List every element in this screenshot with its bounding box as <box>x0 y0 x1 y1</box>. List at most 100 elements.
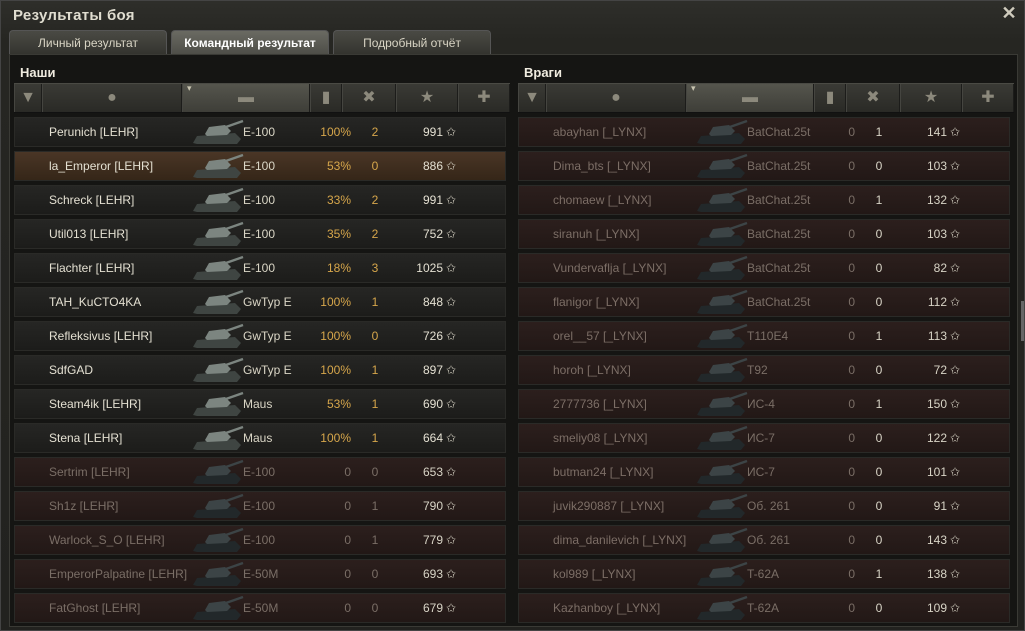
xp-star-icon: ✩ <box>950 397 961 411</box>
close-icon[interactable]: ✕ <box>1000 4 1018 22</box>
player-row[interactable]: kol989 [_LYNX] T-62A 0 1 138 ✩ <box>518 559 1010 589</box>
scrollbar[interactable] <box>1021 301 1024 341</box>
player-name: kol989 [_LYNX] <box>553 567 636 581</box>
tab-detailed-report[interactable]: Подробный отчёт <box>333 30 491 54</box>
player-row[interactable]: siranuh [_LYNX] BatChat.25t 0 0 103 ✩ <box>518 219 1010 249</box>
player-name: 2777736 [_LYNX] <box>553 397 647 411</box>
player-row[interactable]: orel__57 [_LYNX] T110E4 0 1 113 ✩ <box>518 321 1010 351</box>
tank-name: ИС-7 <box>747 465 775 479</box>
sort-by-damage[interactable]: ▮ <box>814 84 846 112</box>
sort-by-kills[interactable]: ✖ <box>342 84 396 112</box>
tank-name: Об. 261 <box>747 499 790 513</box>
player-row[interactable]: flanigor [_LYNX] BatChat.25t 0 0 112 ✩ <box>518 287 1010 317</box>
sort-by-medal[interactable]: ✚ <box>458 84 510 112</box>
tank-icon <box>193 153 244 178</box>
xp-star-icon: ✩ <box>950 193 961 207</box>
xp-star-icon: ✩ <box>446 227 457 241</box>
player-row[interactable]: dima_danilevich [_LYNX] Об. 261 0 0 143 ✩ <box>518 525 1010 555</box>
player-row[interactable]: Refleksivus [LEHR] GwTyp E 100% 0 726 ✩ <box>14 321 506 351</box>
enemies-team: Враги ▼ ● ▾ ▬ ▮ ✖ ★ ✚ abayhan [_LYNX] BatChat.25t… <box>518 59 1014 625</box>
xp-value: 143 <box>926 533 947 547</box>
tank-name: E-100 <box>243 533 276 547</box>
tab-team-result[interactable]: Командный результат <box>171 30 329 54</box>
player-row[interactable]: Steam4ik [LEHR] Maus 53% 1 690 ✩ <box>14 389 506 419</box>
xp-star-icon: ✩ <box>446 431 457 445</box>
player-row[interactable]: EmperorPalpatine [LEHR] E-50M 0 0 693 ✩ <box>14 559 506 589</box>
damage-percent: 0 <box>848 499 855 513</box>
xp-value: 790 <box>422 499 443 513</box>
player-row[interactable]: Vundervaflja [_LYNX] BatChat.25t 0 0 82 ✩ <box>518 253 1010 283</box>
sort-by-platoon[interactable]: ▼ <box>518 84 546 112</box>
tank-icon <box>697 493 748 518</box>
player-name: siranuh [_LYNX] <box>553 227 640 241</box>
sort-by-damage[interactable]: ▮ <box>310 84 342 112</box>
player-icon: ● <box>107 89 117 106</box>
player-name: Sh1z [LEHR] <box>49 499 119 513</box>
player-row[interactable]: Warlock_S_O [LEHR] E-100 0 1 779 ✩ <box>14 525 506 555</box>
tank-name: ИС-7 <box>747 431 775 445</box>
player-row[interactable]: Stena [LEHR] Maus 100% 1 664 ✩ <box>14 423 506 453</box>
player-row[interactable]: Flachter [LEHR] E-100 18% 3 1025 ✩ <box>14 253 506 283</box>
player-row[interactable]: 2777736 [_LYNX] ИС-4 0 1 150 ✩ <box>518 389 1010 419</box>
tank-name: Об. 261 <box>747 533 790 547</box>
player-row[interactable]: Sh1z [LEHR] E-100 0 1 790 ✩ <box>14 491 506 521</box>
player-row[interactable]: TAH_KuCTO4KA GwTyp E 100% 1 848 ✩ <box>14 287 506 317</box>
player-row[interactable]: butman24 [_LYNX] ИС-7 0 0 101 ✩ <box>518 457 1010 487</box>
player-name: Flachter [LEHR] <box>49 261 135 275</box>
player-row[interactable]: smeliy08 [_LYNX] ИС-7 0 0 122 ✩ <box>518 423 1010 453</box>
player-row[interactable]: Schreck [LEHR] E-100 33% 2 991 ✩ <box>14 185 506 215</box>
tab-personal-result[interactable]: Личный результат <box>9 30 167 54</box>
player-name: abayhan [_LYNX] <box>553 125 647 139</box>
medal-icon: ✚ <box>981 89 995 106</box>
sort-by-platoon[interactable]: ▼ <box>14 84 42 112</box>
damage-percent: 0 <box>848 261 855 275</box>
kills-count: 1 <box>371 363 379 377</box>
xp-star-icon: ✩ <box>950 499 961 513</box>
xp-value: 101 <box>926 465 947 479</box>
player-row[interactable]: juvik290887 [_LYNX] Об. 261 0 0 91 ✩ <box>518 491 1010 521</box>
xp-value: 693 <box>422 567 443 581</box>
xp-value: 653 <box>422 465 443 479</box>
damage-percent: 0 <box>848 159 855 173</box>
tank-icon <box>193 289 244 314</box>
damage-percent: 0 <box>344 567 351 581</box>
sort-by-kills[interactable]: ✖ <box>846 84 900 112</box>
player-row[interactable]: Dima_bts [_LYNX] BatChat.25t 0 0 103 ✩ <box>518 151 1010 181</box>
xp-value: 752 <box>422 227 443 241</box>
results-panel: Наши ▼ ● ▾ ▬ ▮ ✖ ★ ✚ Perunich [LEHR] E-100 100% 2 99… <box>9 54 1018 627</box>
xp-star-icon: ✩ <box>950 465 961 479</box>
player-row[interactable]: abayhan [_LYNX] BatChat.25t 0 1 141 ✩ <box>518 117 1010 147</box>
player-row[interactable]: la_Emperor [LEHR] E-100 53% 0 886 ✩ <box>14 151 506 181</box>
damage-percent: 0 <box>848 193 855 207</box>
damage-percent: 0 <box>344 533 351 547</box>
player-row[interactable]: chomaew [_LYNX] BatChat.25t 0 1 132 ✩ <box>518 185 1010 215</box>
sort-by-player[interactable]: ● <box>42 84 182 112</box>
xp-star-icon: ✩ <box>950 567 961 581</box>
xp-star-icon: ✩ <box>950 125 961 139</box>
sort-by-xp-star[interactable]: ★ <box>900 84 962 112</box>
sort-by-tank[interactable]: ▾ ▬ <box>686 83 814 112</box>
damage-percent: 0 <box>344 601 351 615</box>
tank-name: GwTyp E <box>243 329 292 343</box>
damage-percent: 0 <box>344 499 351 513</box>
sort-by-xp-star[interactable]: ★ <box>396 84 458 112</box>
battle-results-window: Результаты боя ✕ Личный результат Команд… <box>0 0 1025 631</box>
player-row[interactable]: horoh [_LYNX] T92 0 0 72 ✩ <box>518 355 1010 385</box>
sort-by-tank[interactable]: ▾ ▬ <box>182 83 310 112</box>
tank-name: E-100 <box>243 465 276 479</box>
player-row[interactable]: Kazhanboy [_LYNX] T-62A 0 0 109 ✩ <box>518 593 1010 623</box>
sort-by-medal[interactable]: ✚ <box>962 84 1014 112</box>
kills-count: 0 <box>875 363 883 377</box>
player-name: FatGhost [LEHR] <box>49 601 141 615</box>
player-name: SdfGAD <box>49 363 94 377</box>
tank-name: E-50M <box>243 601 279 615</box>
player-row[interactable]: Util013 [LEHR] E-100 35% 2 752 ✩ <box>14 219 506 249</box>
tank-icon <box>193 323 244 348</box>
player-row[interactable]: Sertrim [LEHR] E-100 0 0 653 ✩ <box>14 457 506 487</box>
player-row[interactable]: Perunich [LEHR] E-100 100% 2 991 ✩ <box>14 117 506 147</box>
player-row[interactable]: SdfGAD GwTyp E 100% 1 897 ✩ <box>14 355 506 385</box>
sort-by-player[interactable]: ● <box>546 84 686 112</box>
player-row[interactable]: FatGhost [LEHR] E-50M 0 0 679 ✩ <box>14 593 506 623</box>
damage-percent: 0 <box>848 533 855 547</box>
xp-value: 132 <box>926 193 947 207</box>
